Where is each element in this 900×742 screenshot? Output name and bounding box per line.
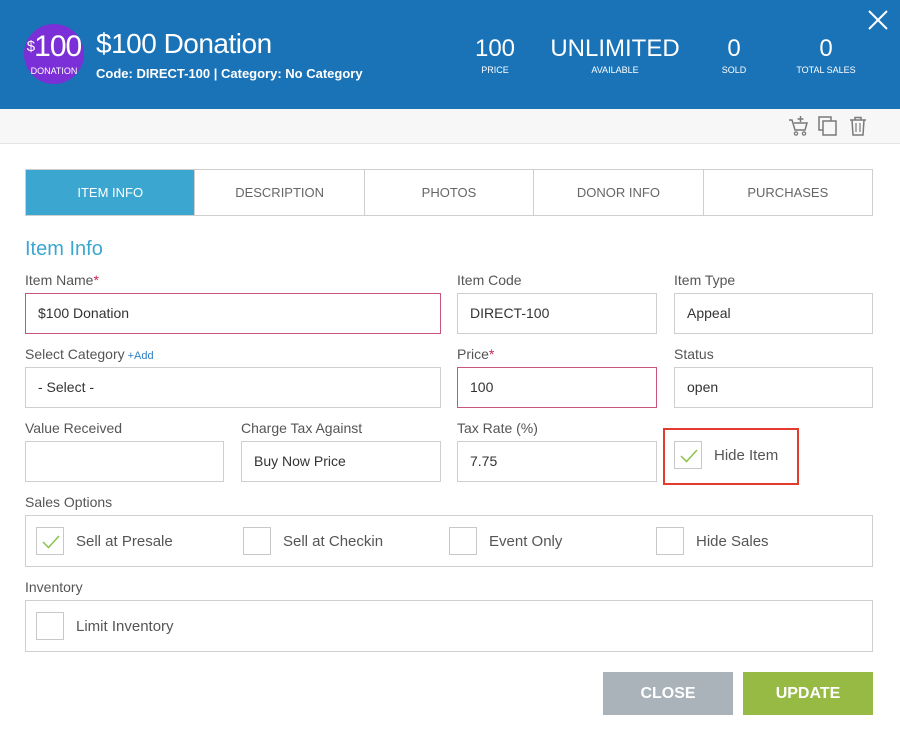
close-button[interactable]: CLOSE [603, 672, 733, 715]
sell-presale-label: Sell at Presale [76, 533, 173, 550]
sales-options-label: Sales Options [25, 494, 113, 510]
stat-total-sales: 0 TOTAL SALES [792, 36, 860, 76]
tab-description[interactable]: DESCRIPTION [194, 170, 363, 215]
item-avatar: $100 DONATION [24, 24, 84, 84]
required-marker: * [488, 346, 495, 362]
item-code-label: Item Code [457, 272, 522, 288]
stat-available-value: UNLIMITED [550, 35, 680, 62]
hide-sales-label: Hide Sales [696, 533, 769, 550]
item-tabs: ITEM INFO DESCRIPTION PHOTOS DONOR INFO … [25, 169, 873, 216]
close-icon[interactable] [866, 8, 890, 32]
price-input[interactable]: 100 [457, 367, 657, 408]
stat-total-sales-value: 0 [819, 35, 833, 62]
tab-photos[interactable]: PHOTOS [363, 170, 533, 215]
item-name-input[interactable]: $100 Donation [25, 293, 441, 334]
avatar-amount: $100 [24, 32, 84, 62]
item-name-label-text: Item Name [25, 272, 94, 288]
limit-inventory-checkbox[interactable] [36, 612, 64, 640]
add-category-link[interactable]: +Add [128, 350, 154, 362]
update-button[interactable]: UPDATE [743, 672, 873, 715]
sell-presale-checkbox[interactable] [36, 527, 64, 555]
stat-total-sales-label: TOTAL SALES [796, 65, 856, 75]
avatar-number: 100 [34, 30, 82, 63]
highlight-box [663, 428, 799, 485]
tab-donor-info[interactable]: DONOR INFO [533, 170, 702, 215]
item-header: $100 DONATION $100 Donation Code: DIRECT… [0, 0, 900, 109]
item-action-bar [0, 109, 900, 144]
sell-checkin-label: Sell at Checkin [283, 533, 384, 550]
stat-price: 100 PRICE [467, 36, 523, 76]
stat-price-label: PRICE [481, 65, 509, 75]
sell-checkin-checkbox[interactable] [243, 527, 271, 555]
stat-available-label: AVAILABLE [591, 65, 639, 75]
stat-price-value: 100 [474, 35, 516, 62]
price-label-text: Price [457, 346, 489, 362]
charge-tax-select[interactable]: Buy Now Price [241, 441, 441, 482]
stat-sold: 0 SOLD [714, 36, 754, 76]
tax-rate-label: Tax Rate (%) [457, 420, 538, 436]
stat-available: UNLIMITED AVAILABLE [543, 36, 687, 76]
stat-sold-value: 0 [727, 35, 741, 62]
checkmark-icon [42, 535, 60, 549]
stat-sold-label: SOLD [721, 65, 747, 75]
tab-item-info[interactable]: ITEM INFO [26, 170, 195, 215]
category-select[interactable]: - Select - [25, 367, 441, 408]
item-name-label: Item Name* [25, 271, 99, 289]
duplicate-icon[interactable] [817, 115, 839, 137]
price-label: Price* [457, 345, 494, 363]
hide-sales-checkbox[interactable] [656, 527, 684, 555]
item-subtitle: Code: DIRECT-100 | Category: No Category [96, 66, 363, 81]
trash-icon[interactable] [847, 115, 869, 137]
item-title: $100 Donation [96, 28, 272, 59]
cart-add-icon[interactable] [788, 115, 810, 137]
event-only-checkbox[interactable] [449, 527, 477, 555]
event-only-label: Event Only [489, 533, 563, 550]
avatar-subtitle: DONATION [30, 66, 78, 76]
value-received-label: Value Received [25, 420, 123, 436]
item-type-select[interactable]: Appeal [674, 293, 873, 334]
required-marker: * [93, 272, 99, 288]
section-title: Item Info [25, 238, 103, 260]
inventory-label: Inventory [25, 579, 83, 595]
category-label: Select Category +Add [25, 345, 154, 365]
status-label: Status [674, 346, 714, 362]
item-code-input[interactable]: DIRECT-100 [457, 293, 657, 334]
limit-inventory-label: Limit Inventory [76, 618, 174, 635]
category-label-text: Select Category [25, 346, 125, 362]
value-received-input[interactable] [25, 441, 224, 482]
tax-rate-input[interactable]: 7.75 [457, 441, 657, 482]
charge-tax-label: Charge Tax Against [241, 420, 363, 436]
tab-purchases[interactable]: PURCHASES [702, 170, 872, 215]
status-select[interactable]: open [674, 367, 873, 408]
item-type-label: Item Type [674, 272, 736, 288]
